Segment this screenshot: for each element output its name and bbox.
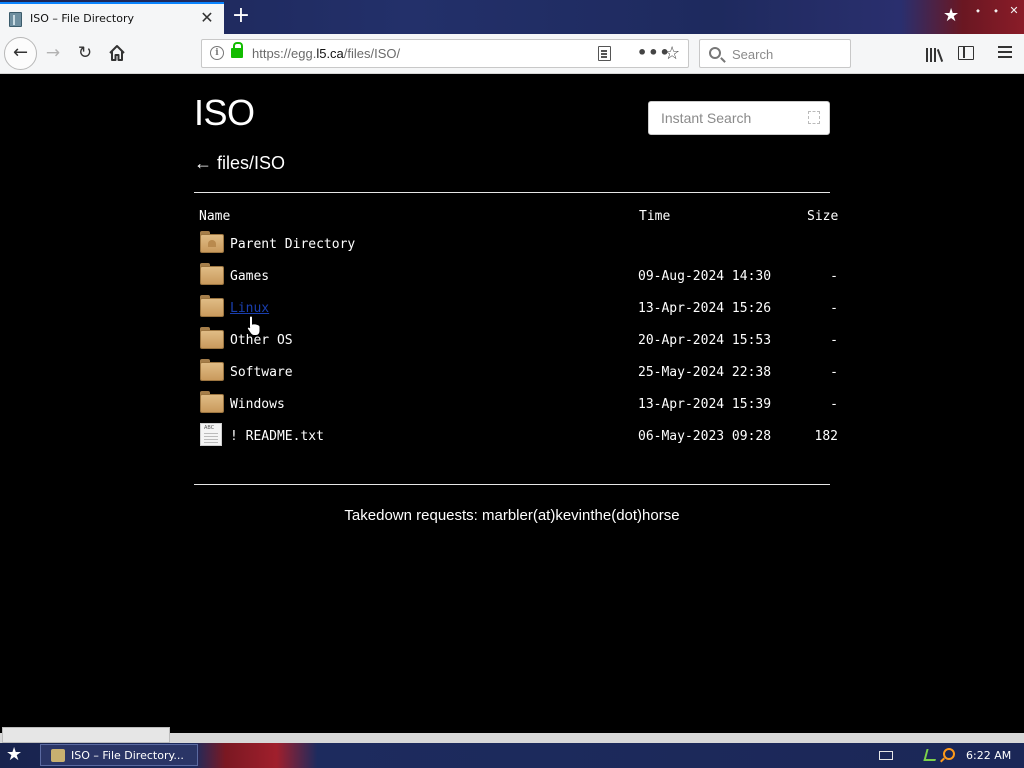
page-title: ISO bbox=[194, 92, 255, 133]
row-size: - bbox=[830, 269, 838, 284]
reload-button[interactable]: ↻ bbox=[74, 42, 96, 64]
library-icon[interactable] bbox=[926, 46, 944, 62]
lock-icon[interactable] bbox=[231, 42, 243, 58]
close-window-icon[interactable]: ✕ bbox=[1007, 4, 1021, 18]
row-size: - bbox=[830, 397, 838, 412]
footer-divider bbox=[194, 484, 830, 485]
back-arrow-icon[interactable]: ← bbox=[194, 153, 212, 173]
taskbar-window-label: ISO – File Directory... bbox=[71, 749, 184, 762]
row-time: 09-Aug-2024 14:30 bbox=[638, 269, 772, 284]
hamburger-menu-icon[interactable] bbox=[998, 46, 1012, 58]
clock[interactable]: 6:22 AM bbox=[966, 749, 1011, 762]
hand-pointer-cursor-icon bbox=[246, 315, 261, 336]
home-icon bbox=[109, 45, 125, 61]
instant-search-input[interactable] bbox=[649, 102, 799, 134]
minimize-icon[interactable]: ⬩ bbox=[971, 4, 985, 18]
folder-icon bbox=[200, 295, 224, 317]
forward-button[interactable]: → bbox=[42, 42, 64, 64]
home-button[interactable] bbox=[106, 42, 128, 64]
folder-icon bbox=[200, 263, 224, 285]
instant-search-box[interactable] bbox=[648, 101, 830, 135]
url-text[interactable]: https://egg.l5.ca/files/ISO/ bbox=[252, 46, 400, 61]
header-divider bbox=[194, 192, 830, 193]
network-tray-icon[interactable] bbox=[923, 749, 939, 761]
page-content: ISO ←files/ISO Name Time Size Parent Dir… bbox=[0, 75, 1024, 733]
row-name[interactable]: Parent Directory bbox=[230, 237, 355, 252]
listing-row[interactable]: Windows 13-Apr-2024 15:39 - bbox=[194, 387, 854, 419]
listing-row[interactable]: Games 09-Aug-2024 14:30 - bbox=[194, 259, 854, 291]
star-logo-icon: ★ bbox=[943, 5, 960, 26]
column-header-size[interactable]: Size bbox=[807, 209, 838, 224]
text-file-icon bbox=[200, 423, 222, 446]
row-name[interactable]: Linux bbox=[230, 301, 269, 316]
back-button[interactable]: ← bbox=[4, 37, 37, 70]
row-time: 13-Apr-2024 15:26 bbox=[638, 301, 772, 316]
search-tray-icon[interactable] bbox=[943, 748, 955, 760]
row-name[interactable]: ! README.txt bbox=[230, 429, 324, 444]
status-bar bbox=[0, 727, 1024, 743]
status-link-preview bbox=[2, 727, 170, 743]
keyboard-tray-icon[interactable] bbox=[879, 751, 893, 760]
row-time: 06-May-2023 09:28 bbox=[638, 429, 772, 444]
browser-tab[interactable]: ISO – File Directory ✕ bbox=[0, 2, 224, 34]
reader-view-icon[interactable] bbox=[598, 46, 611, 61]
search-placeholder: Search bbox=[732, 47, 774, 62]
folder-icon bbox=[200, 359, 224, 381]
close-tab-icon[interactable]: ✕ bbox=[199, 9, 215, 27]
start-menu-star-icon[interactable]: ★ bbox=[6, 745, 22, 765]
listing-row-parent[interactable]: Parent Directory bbox=[194, 227, 854, 259]
tab-title: ISO – File Directory bbox=[30, 12, 134, 25]
sidebar-icon[interactable] bbox=[958, 46, 974, 60]
row-size: - bbox=[830, 333, 838, 348]
listing-row[interactable]: Linux 13-Apr-2024 15:26 - bbox=[194, 291, 854, 323]
row-name[interactable]: Windows bbox=[230, 397, 285, 412]
folder-icon bbox=[200, 327, 224, 349]
row-time: 25-May-2024 22:38 bbox=[638, 365, 772, 380]
breadcrumb[interactable]: ← files/ISO bbox=[194, 153, 285, 174]
restore-icon[interactable]: ⬩ bbox=[989, 4, 1003, 18]
keyboard-shortcut-icon bbox=[808, 111, 820, 124]
column-header-name[interactable]: Name bbox=[199, 209, 230, 224]
window-app-icon bbox=[51, 749, 65, 762]
url-bar[interactable]: i https://egg.l5.ca/files/ISO/ ••• ☆ bbox=[201, 39, 689, 68]
search-bar[interactable]: Search bbox=[699, 39, 851, 68]
info-icon[interactable]: i bbox=[210, 46, 224, 60]
row-size: 182 bbox=[814, 429, 838, 444]
column-header-time[interactable]: Time bbox=[639, 209, 670, 224]
taskbar: ★ ISO – File Directory... 6:22 AM bbox=[0, 743, 1024, 768]
tab-strip: ISO – File Directory ✕ + ★ ⬩ ⬩ ✕ bbox=[0, 0, 1024, 34]
row-name[interactable]: Software bbox=[230, 365, 293, 380]
listing-row[interactable]: Other OS 20-Apr-2024 15:53 - bbox=[194, 323, 854, 355]
listing-row[interactable]: Software 25-May-2024 22:38 - bbox=[194, 355, 854, 387]
navigation-toolbar: ← → ↻ i https://egg.l5.ca/files/ISO/ •••… bbox=[0, 34, 1024, 74]
new-tab-button[interactable]: + bbox=[229, 3, 253, 29]
taskbar-window-button[interactable]: ISO – File Directory... bbox=[40, 744, 198, 766]
listing-row[interactable]: ! README.txt 06-May-2023 09:28 182 bbox=[194, 419, 854, 451]
row-name[interactable]: Games bbox=[230, 269, 269, 284]
takedown-notice: Takedown requests: marbler(at)kevinthe(d… bbox=[344, 507, 680, 524]
row-time: 13-Apr-2024 15:39 bbox=[638, 397, 772, 412]
row-time: 20-Apr-2024 15:53 bbox=[638, 333, 772, 348]
parent-folder-icon bbox=[200, 231, 224, 253]
book-favicon-icon bbox=[9, 12, 22, 27]
folder-icon bbox=[200, 391, 224, 413]
row-size: - bbox=[830, 365, 838, 380]
bookmark-star-icon[interactable]: ☆ bbox=[664, 43, 680, 64]
row-size: - bbox=[830, 301, 838, 316]
breadcrumb-path: files/ISO bbox=[217, 153, 286, 173]
search-icon bbox=[709, 47, 721, 59]
